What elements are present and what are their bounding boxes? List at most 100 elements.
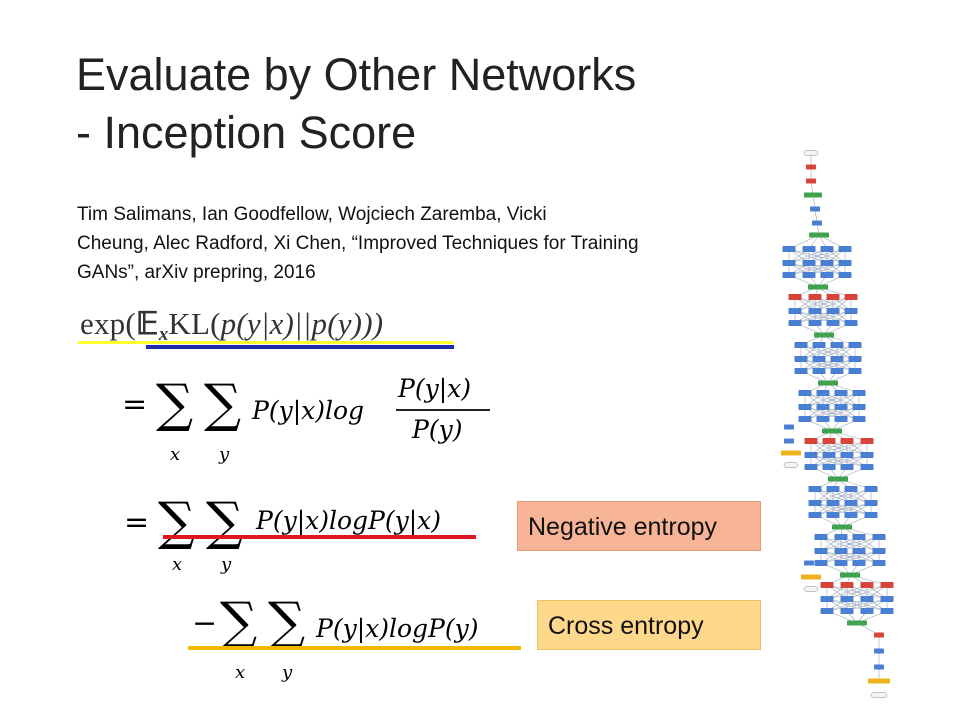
network-node (834, 548, 848, 554)
network-output-node (868, 678, 890, 684)
network-node (872, 534, 886, 540)
equation-row-3: − ∑ x ∑ y P(y|x)logP(y) (190, 592, 530, 684)
sum-subscript-y: y (219, 444, 230, 465)
network-node (814, 548, 828, 554)
network-node (798, 404, 812, 410)
sum-symbol-x: ∑ (220, 592, 258, 652)
network-node (874, 664, 884, 670)
citation-line-1: Tim Salimans, Ian Goodfellow, Wojciech Z… (77, 204, 547, 225)
network-node (826, 500, 840, 506)
equals-sign: = (122, 387, 148, 422)
title-line-1: Evaluate by Other Networks (76, 49, 637, 100)
network-node (860, 452, 874, 458)
network-node (838, 260, 852, 266)
kl-underline-yellow (78, 341, 454, 344)
network-node (782, 246, 796, 252)
negative-entropy-label: Negative entropy (517, 501, 761, 551)
network-node (788, 294, 802, 300)
eq1-denominator: P(y) (412, 415, 463, 444)
kl-body: p(y|x)||p(y))) (220, 306, 384, 341)
network-node (880, 582, 894, 588)
network-node (808, 486, 822, 492)
network-node (840, 572, 860, 578)
network-node (809, 232, 829, 238)
equation-row-1: = ∑ x ∑ y P(y|x)log P(y|x) P(y) (120, 374, 520, 470)
network-node (844, 512, 858, 518)
network-node (822, 452, 836, 458)
aux-softmax-node (783, 462, 799, 468)
network-node (860, 464, 874, 470)
network-node (808, 284, 828, 290)
aux-output-node (781, 450, 801, 456)
sum-symbol-y: ∑ (268, 592, 306, 652)
network-node (838, 246, 852, 252)
kl-operator: KL( (168, 306, 221, 341)
sum-subscript-y: y (282, 662, 293, 683)
aux-softmax-node (803, 586, 819, 592)
network-node (880, 596, 894, 602)
sum-subscript-y: y (221, 554, 232, 575)
sum-subscript-x: x (235, 662, 246, 683)
network-node (860, 438, 874, 444)
network-node (848, 368, 862, 374)
network-node (840, 596, 854, 602)
network-node (844, 294, 858, 300)
sum-symbol-x: ∑ (158, 492, 196, 552)
network-softmax-node (870, 692, 888, 698)
network-node (834, 534, 848, 540)
eq1-numerator: P(y|x) (398, 374, 471, 403)
network-node (826, 486, 840, 492)
network-node (838, 272, 852, 278)
network-node (820, 608, 834, 614)
network-node (812, 356, 826, 362)
network-node (872, 548, 886, 554)
network-node (816, 404, 830, 410)
network-node (826, 294, 840, 300)
network-node (816, 416, 830, 422)
network-node (840, 452, 854, 458)
kl-formula: exp(𝔼xKL(p(y|x)||p(y))) (80, 306, 383, 346)
network-node (864, 512, 878, 518)
network-node (852, 548, 866, 554)
network-node (852, 404, 866, 410)
network-node (806, 178, 816, 184)
network-node (812, 368, 826, 374)
network-node (832, 524, 852, 530)
network-node (830, 342, 844, 348)
network-node (840, 582, 854, 588)
network-node (874, 632, 884, 638)
network-node (872, 560, 886, 566)
citation-line-3: GANs”, arXiv prepring, 2016 (77, 262, 316, 283)
network-node (848, 356, 862, 362)
aux-node (804, 560, 814, 566)
network-node (782, 272, 796, 278)
network-node (808, 512, 822, 518)
cross-entropy-label: Cross entropy (537, 600, 761, 650)
network-node (818, 380, 838, 386)
network-node (804, 192, 822, 198)
sum-symbol-y: ∑ (206, 492, 244, 552)
network-node (840, 464, 854, 470)
network-node (822, 428, 842, 434)
fraction-bar (396, 409, 490, 411)
network-node (848, 342, 862, 348)
network-node (847, 620, 867, 626)
network-node (830, 368, 844, 374)
network-node (808, 500, 822, 506)
kl-exp: exp( (80, 306, 136, 341)
network-node (844, 320, 858, 326)
minus-sign: − (192, 606, 218, 641)
negative-entropy-underline (163, 535, 476, 539)
network-node (804, 438, 818, 444)
network-node (844, 500, 858, 506)
aux-output-node (801, 574, 821, 580)
network-node (834, 416, 848, 422)
sum-subscript-x: x (172, 554, 183, 575)
eq3-term: P(y|x)logP(y) (316, 614, 479, 643)
network-node (826, 308, 840, 314)
network-node (840, 438, 854, 444)
title-line-2: - Inception Score (76, 107, 417, 158)
network-node (834, 404, 848, 410)
sum-symbol-y: ∑ (204, 374, 242, 434)
network-node (822, 464, 836, 470)
